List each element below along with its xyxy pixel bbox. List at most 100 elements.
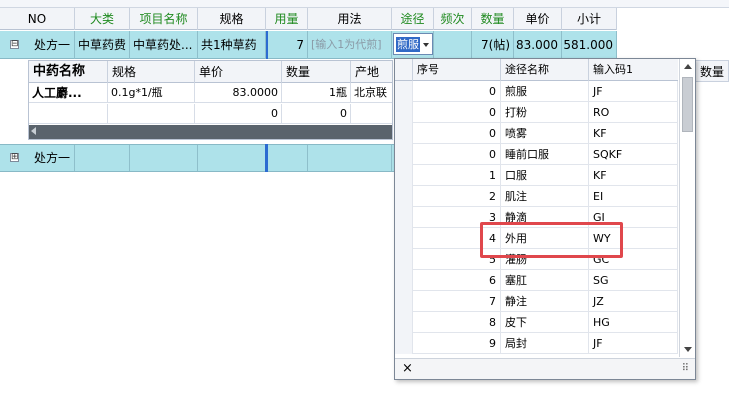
row-item-name[interactable] xyxy=(130,145,198,171)
row-quantity[interactable]: 7(帖) xyxy=(472,31,514,59)
route-dropdown-list[interactable]: 序号 途径名称 输入码1 0 煎服 JF 0 打粉 RO 0 喷雾 KF 0 睡前口服 SQKF 1 口服… xyxy=(394,58,696,380)
herb-row[interactable]: 0 0 xyxy=(29,104,392,124)
route-code[interactable]: JF xyxy=(589,81,678,102)
header-spec[interactable]: 规格 xyxy=(198,8,266,30)
route-name[interactable]: 口服 xyxy=(501,165,589,186)
route-name[interactable]: 皮下 xyxy=(501,312,589,333)
row-spec[interactable]: 共1种草药 xyxy=(198,31,266,59)
scroll-down-icon[interactable] xyxy=(684,347,692,352)
herb-header-qty[interactable]: 数量 xyxy=(282,61,351,83)
route-option-row[interactable]: 1 口服 KF xyxy=(395,165,678,186)
chevron-down-icon[interactable] xyxy=(423,43,429,47)
herb-spec[interactable] xyxy=(108,104,195,124)
route-code[interactable]: JZ xyxy=(589,291,678,312)
herb-origin[interactable]: 北京联 xyxy=(351,83,392,103)
route-name[interactable]: 塞肛 xyxy=(501,270,589,291)
row-item-name[interactable]: 中草药处... xyxy=(130,31,198,59)
route-option-row[interactable]: 0 睡前口服 SQKF xyxy=(395,144,678,165)
expand-icon[interactable]: ⊞ xyxy=(10,153,19,162)
header-quantity[interactable]: 数量 xyxy=(472,8,514,30)
route-seq[interactable]: 0 xyxy=(413,144,501,165)
header-unit-price[interactable]: 单价 xyxy=(514,8,562,30)
header-subtotal[interactable]: 小计 xyxy=(562,8,617,30)
collapse-icon[interactable]: ⊟ xyxy=(10,40,19,49)
route-header-name[interactable]: 途径名称 xyxy=(501,59,589,81)
route-seq[interactable]: 9 xyxy=(413,333,501,354)
route-code[interactable]: SQKF xyxy=(589,144,678,165)
route-name[interactable]: 打粉 xyxy=(501,102,589,123)
herb-price[interactable]: 83.0000 xyxy=(195,83,282,103)
route-seq[interactable]: 2 xyxy=(413,186,501,207)
route-code[interactable]: RO xyxy=(589,102,678,123)
header-frequency[interactable]: 频次 xyxy=(434,8,472,30)
route-seq[interactable]: 0 xyxy=(413,102,501,123)
scroll-left-icon[interactable] xyxy=(31,127,36,135)
row-dosage[interactable]: 7 xyxy=(266,31,308,59)
herb-grid-scrollbar[interactable] xyxy=(29,125,392,139)
route-code[interactable]: KF xyxy=(589,165,678,186)
route-name[interactable]: 肌注 xyxy=(501,186,589,207)
herb-qty[interactable]: 1瓶 xyxy=(282,83,351,103)
route-seq[interactable]: 0 xyxy=(413,123,501,144)
top-toolbar-strip xyxy=(0,0,729,8)
header-dosage[interactable]: 用量 xyxy=(266,8,308,30)
route-option-row[interactable]: 9 局封 JF xyxy=(395,333,678,354)
route-option-row[interactable]: 6 塞肛 SG xyxy=(395,270,678,291)
usage-input[interactable]: [输入1为代煎] xyxy=(308,31,392,59)
herb-price[interactable]: 0 xyxy=(195,104,282,124)
route-list-scrollbar[interactable] xyxy=(679,59,695,357)
route-option-row[interactable]: 0 打粉 RO xyxy=(395,102,678,123)
route-header-seq[interactable]: 序号 xyxy=(413,59,501,81)
herb-header-name[interactable]: 中药名称 xyxy=(29,61,108,83)
header-category[interactable]: 大类 xyxy=(75,8,130,30)
route-name[interactable]: 喷雾 xyxy=(501,123,589,144)
herb-spec[interactable]: 0.1g*1/瓶 xyxy=(108,83,195,103)
row-usage[interactable] xyxy=(308,145,392,171)
route-option-row[interactable]: 2 肌注 EI xyxy=(395,186,678,207)
prescription-row[interactable]: ⊟ 处方一 中草药费 中草药处... 共1种草药 7 [输入1为代煎] 7(帖)… xyxy=(0,31,617,59)
route-option-row[interactable]: 0 喷雾 KF xyxy=(395,123,678,144)
herb-name[interactable]: 人工麝... xyxy=(29,83,108,103)
row-frequency[interactable] xyxy=(434,31,472,59)
herb-name[interactable] xyxy=(29,104,108,124)
scroll-up-icon[interactable] xyxy=(684,64,692,69)
herb-header-spec[interactable]: 规格 xyxy=(108,61,195,83)
herb-header-price[interactable]: 单价 xyxy=(195,61,282,83)
route-code[interactable]: KF xyxy=(589,123,678,144)
route-name[interactable]: 静注 xyxy=(501,291,589,312)
route-option-row[interactable]: 0 煎服 JF xyxy=(395,81,678,102)
herb-row[interactable]: 人工麝... 0.1g*1/瓶 83.0000 1瓶 北京联 xyxy=(29,83,392,103)
route-seq[interactable]: 0 xyxy=(413,81,501,102)
row-dosage[interactable] xyxy=(266,145,308,171)
header-no[interactable]: NO xyxy=(0,8,75,30)
route-seq[interactable]: 7 xyxy=(413,291,501,312)
scroll-thumb[interactable] xyxy=(682,77,693,132)
row-category[interactable] xyxy=(75,145,130,171)
route-seq[interactable]: 8 xyxy=(413,312,501,333)
route-name[interactable]: 局封 xyxy=(501,333,589,354)
herb-header-qty-right[interactable]: 数量 xyxy=(695,60,729,82)
route-name[interactable]: 睡前口服 xyxy=(501,144,589,165)
close-icon[interactable]: × xyxy=(402,361,413,377)
route-code[interactable]: JF xyxy=(589,333,678,354)
route-name[interactable]: 煎服 xyxy=(501,81,589,102)
route-seq[interactable]: 1 xyxy=(413,165,501,186)
header-item-name[interactable]: 项目名称 xyxy=(130,8,198,30)
herb-origin[interactable] xyxy=(351,104,392,124)
route-option-row[interactable]: 8 皮下 HG xyxy=(395,312,678,333)
header-usage[interactable]: 用法 xyxy=(308,8,392,30)
row-spec[interactable] xyxy=(198,145,266,171)
route-combobox-value[interactable]: 煎服 xyxy=(396,37,420,52)
route-combobox[interactable]: 煎服 xyxy=(393,33,433,55)
header-route[interactable]: 途径 xyxy=(392,8,434,30)
resize-grip-icon[interactable]: ⠿ xyxy=(682,363,689,375)
route-code[interactable]: HG xyxy=(589,312,678,333)
row-category[interactable]: 中草药费 xyxy=(75,31,130,59)
herb-header-origin[interactable]: 产地 xyxy=(351,61,392,83)
route-option-row[interactable]: 7 静注 JZ xyxy=(395,291,678,312)
route-header-code[interactable]: 输入码1 xyxy=(589,59,678,81)
route-code[interactable]: EI xyxy=(589,186,678,207)
route-seq[interactable]: 6 xyxy=(413,270,501,291)
route-code[interactable]: SG xyxy=(589,270,678,291)
herb-qty[interactable]: 0 xyxy=(282,104,351,124)
